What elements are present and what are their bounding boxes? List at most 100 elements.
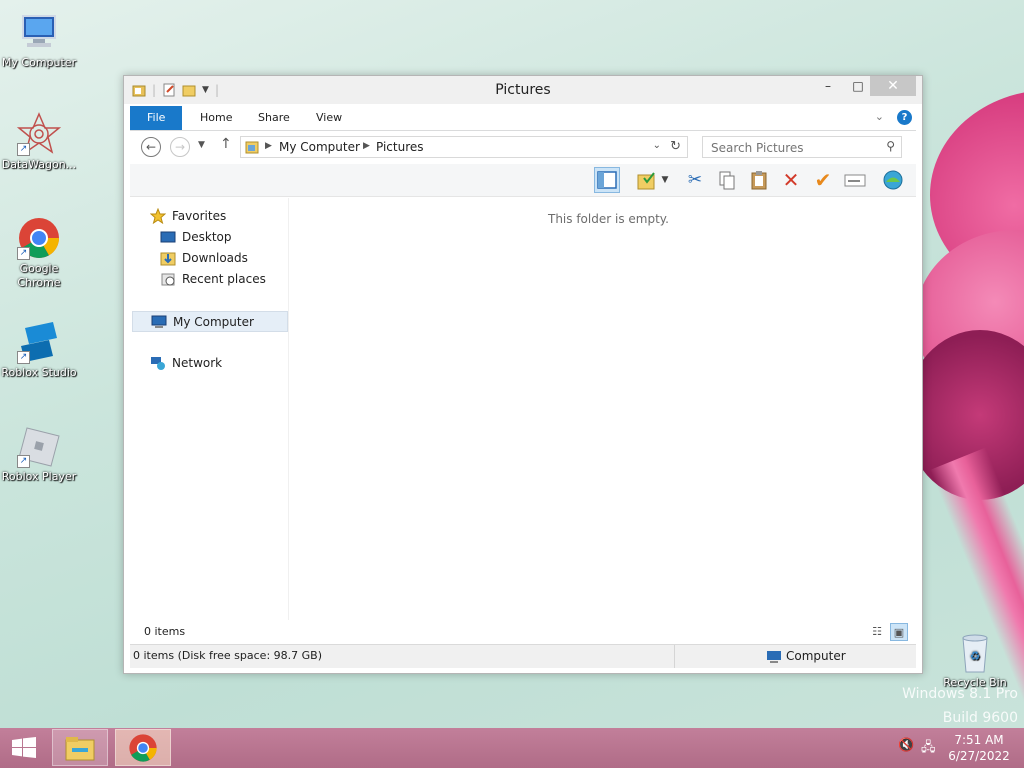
clock-time: 7:51 AM bbox=[954, 733, 1004, 747]
title-bar[interactable]: | ▼ | Pictures – □ ✕ bbox=[124, 76, 922, 104]
clock[interactable]: 7:51 AM 6/27/2022 bbox=[944, 732, 1014, 764]
refresh-icon[interactable]: ↻ bbox=[670, 139, 681, 154]
tab-share[interactable]: Share bbox=[244, 106, 304, 130]
desktop-icon-label: DataWagon... bbox=[1, 158, 77, 171]
globe-icon[interactable] bbox=[880, 167, 906, 193]
tab-file[interactable]: File bbox=[130, 106, 183, 130]
breadcrumb-pictures[interactable]: Pictures bbox=[376, 140, 424, 154]
rename-check-icon[interactable]: ✔ bbox=[810, 167, 836, 193]
nav-favorites-label: Favorites bbox=[172, 209, 227, 223]
os-build-watermark: Build 9600 bbox=[942, 710, 1018, 726]
status-bar-top: 0 items ☷ ▣ bbox=[130, 620, 916, 643]
status-location-label: Computer bbox=[786, 649, 846, 663]
nav-recent-places[interactable]: Recent places bbox=[160, 269, 266, 290]
folder-check-icon bbox=[637, 172, 655, 190]
pictures-folder-icon bbox=[245, 140, 259, 154]
preview-pane-icon bbox=[597, 171, 617, 189]
cut-icon[interactable]: ✂ bbox=[682, 167, 708, 193]
roblox-player-icon: ↗ bbox=[17, 424, 61, 468]
properties-button[interactable] bbox=[842, 167, 868, 193]
large-icons-view-icon[interactable]: ▣ bbox=[890, 623, 908, 641]
recycle-bin-icon: ♻ bbox=[953, 630, 997, 674]
disk-free-space: 0 items (Disk free space: 98.7 GB) bbox=[133, 649, 322, 662]
forward-button[interactable]: → bbox=[170, 137, 190, 157]
paste-icon[interactable] bbox=[746, 167, 772, 193]
breadcrumb-my-computer[interactable]: My Computer bbox=[279, 140, 360, 154]
explorer-window: | ▼ | Pictures – □ ✕ File Home Share Vie… bbox=[123, 75, 923, 674]
nav-my-computer-label: My Computer bbox=[173, 315, 254, 329]
navigation-pane: Favorites Desktop Downloads Recent place… bbox=[130, 198, 289, 620]
nav-downloads-label: Downloads bbox=[182, 251, 248, 265]
nav-network-label: Network bbox=[172, 356, 223, 370]
breadcrumb-separator-icon[interactable]: ▶ bbox=[363, 141, 370, 151]
status-location: Computer bbox=[766, 649, 846, 664]
file-explorer-icon bbox=[65, 736, 95, 760]
computer-icon bbox=[766, 650, 782, 664]
recent-locations-chevron-icon[interactable]: ▼ bbox=[198, 140, 205, 150]
star-icon bbox=[149, 207, 167, 224]
nav-downloads[interactable]: Downloads bbox=[160, 248, 248, 269]
desktop-icon-my-computer[interactable]: My Computer bbox=[0, 10, 79, 70]
back-button[interactable]: ← bbox=[141, 137, 161, 157]
downloads-icon bbox=[160, 250, 176, 266]
shortcut-arrow-icon: ↗ bbox=[17, 351, 30, 364]
taskbar: 🔇 🖧 7:51 AM 6/27/2022 bbox=[0, 728, 1024, 768]
maximize-button[interactable]: □ bbox=[844, 76, 872, 96]
desktop-icon-recycle-bin[interactable]: ♻ Recycle Bin bbox=[935, 630, 1015, 690]
status-divider bbox=[674, 645, 675, 668]
volume-muted-icon[interactable]: 🔇 bbox=[898, 738, 914, 753]
desktop-icon-datawagon[interactable]: ↗ DataWagon... bbox=[0, 112, 79, 172]
up-button[interactable]: ↑ bbox=[220, 136, 232, 152]
search-input[interactable] bbox=[709, 140, 873, 156]
breadcrumb-separator-icon[interactable]: ▶ bbox=[265, 141, 272, 151]
shortcut-arrow-icon: ↗ bbox=[17, 143, 30, 156]
start-button[interactable] bbox=[10, 737, 38, 759]
desktop-icon-google-chrome[interactable]: ↗ Google Chrome bbox=[0, 216, 79, 290]
tab-home[interactable]: Home bbox=[186, 106, 246, 130]
nav-network[interactable]: Network bbox=[150, 353, 222, 374]
nav-desktop[interactable]: Desktop bbox=[160, 227, 232, 248]
nav-my-computer[interactable]: My Computer bbox=[132, 311, 288, 332]
computer-icon bbox=[17, 10, 61, 54]
window-title: Pictures bbox=[495, 82, 551, 98]
desktop-icon-label: Roblox Player bbox=[1, 470, 77, 483]
address-dropdown-icon[interactable]: ⌄ bbox=[653, 140, 661, 151]
windows-logo-icon bbox=[12, 737, 36, 758]
copy-icon[interactable] bbox=[714, 167, 740, 193]
address-bar[interactable]: ▶ My Computer ▶ Pictures ⌄ ↻ bbox=[240, 136, 688, 158]
desktop-icon-roblox-studio[interactable]: ↗ Roblox Studio bbox=[0, 320, 79, 380]
nav-favorites[interactable]: Favorites bbox=[149, 206, 227, 227]
taskbar-google-chrome[interactable] bbox=[115, 729, 171, 766]
select-folder-button[interactable] bbox=[634, 167, 660, 193]
close-button[interactable]: ✕ bbox=[870, 76, 916, 96]
status-bar: 0 items (Disk free space: 98.7 GB) Compu… bbox=[130, 644, 916, 668]
roblox-studio-icon: ↗ bbox=[17, 320, 61, 364]
desktop-icon-label: Roblox Studio bbox=[1, 366, 77, 379]
item-count: 0 items bbox=[144, 625, 186, 638]
tab-view[interactable]: View bbox=[302, 106, 356, 130]
nav-desktop-label: Desktop bbox=[182, 230, 232, 244]
recent-places-icon bbox=[160, 271, 176, 287]
details-view-icon[interactable]: ☷ bbox=[868, 623, 886, 641]
preview-pane-button[interactable] bbox=[594, 167, 620, 193]
datawagon-icon: ↗ bbox=[16, 112, 62, 156]
expand-ribbon-chevron-icon[interactable]: ⌄ bbox=[875, 110, 884, 123]
chrome-icon bbox=[129, 733, 157, 762]
help-icon[interactable]: ? bbox=[897, 110, 912, 125]
search-icon[interactable]: ⚲ bbox=[886, 139, 895, 153]
ribbon-tabs: File Home Share View ⌄ ? bbox=[130, 106, 916, 131]
clock-date: 6/27/2022 bbox=[948, 749, 1010, 763]
select-dropdown-icon[interactable]: ▼ bbox=[658, 167, 672, 193]
shortcut-arrow-icon: ↗ bbox=[17, 455, 30, 468]
network-status-icon[interactable]: 🖧 bbox=[921, 738, 936, 760]
taskbar-file-explorer[interactable] bbox=[52, 729, 108, 766]
desktop-icon-roblox-player[interactable]: ↗ Roblox Player bbox=[0, 424, 79, 484]
desktop-icon bbox=[160, 229, 176, 245]
nav-recent-places-label: Recent places bbox=[182, 272, 266, 286]
search-box[interactable]: ⚲ bbox=[702, 136, 902, 158]
command-toolbar: ▼ ✂ ✕ ✔ bbox=[130, 164, 916, 197]
delete-icon[interactable]: ✕ bbox=[778, 167, 804, 193]
desktop-icon-label: My Computer bbox=[1, 56, 77, 69]
minimize-button[interactable]: – bbox=[814, 76, 842, 96]
empty-folder-message: This folder is empty. bbox=[548, 212, 669, 226]
